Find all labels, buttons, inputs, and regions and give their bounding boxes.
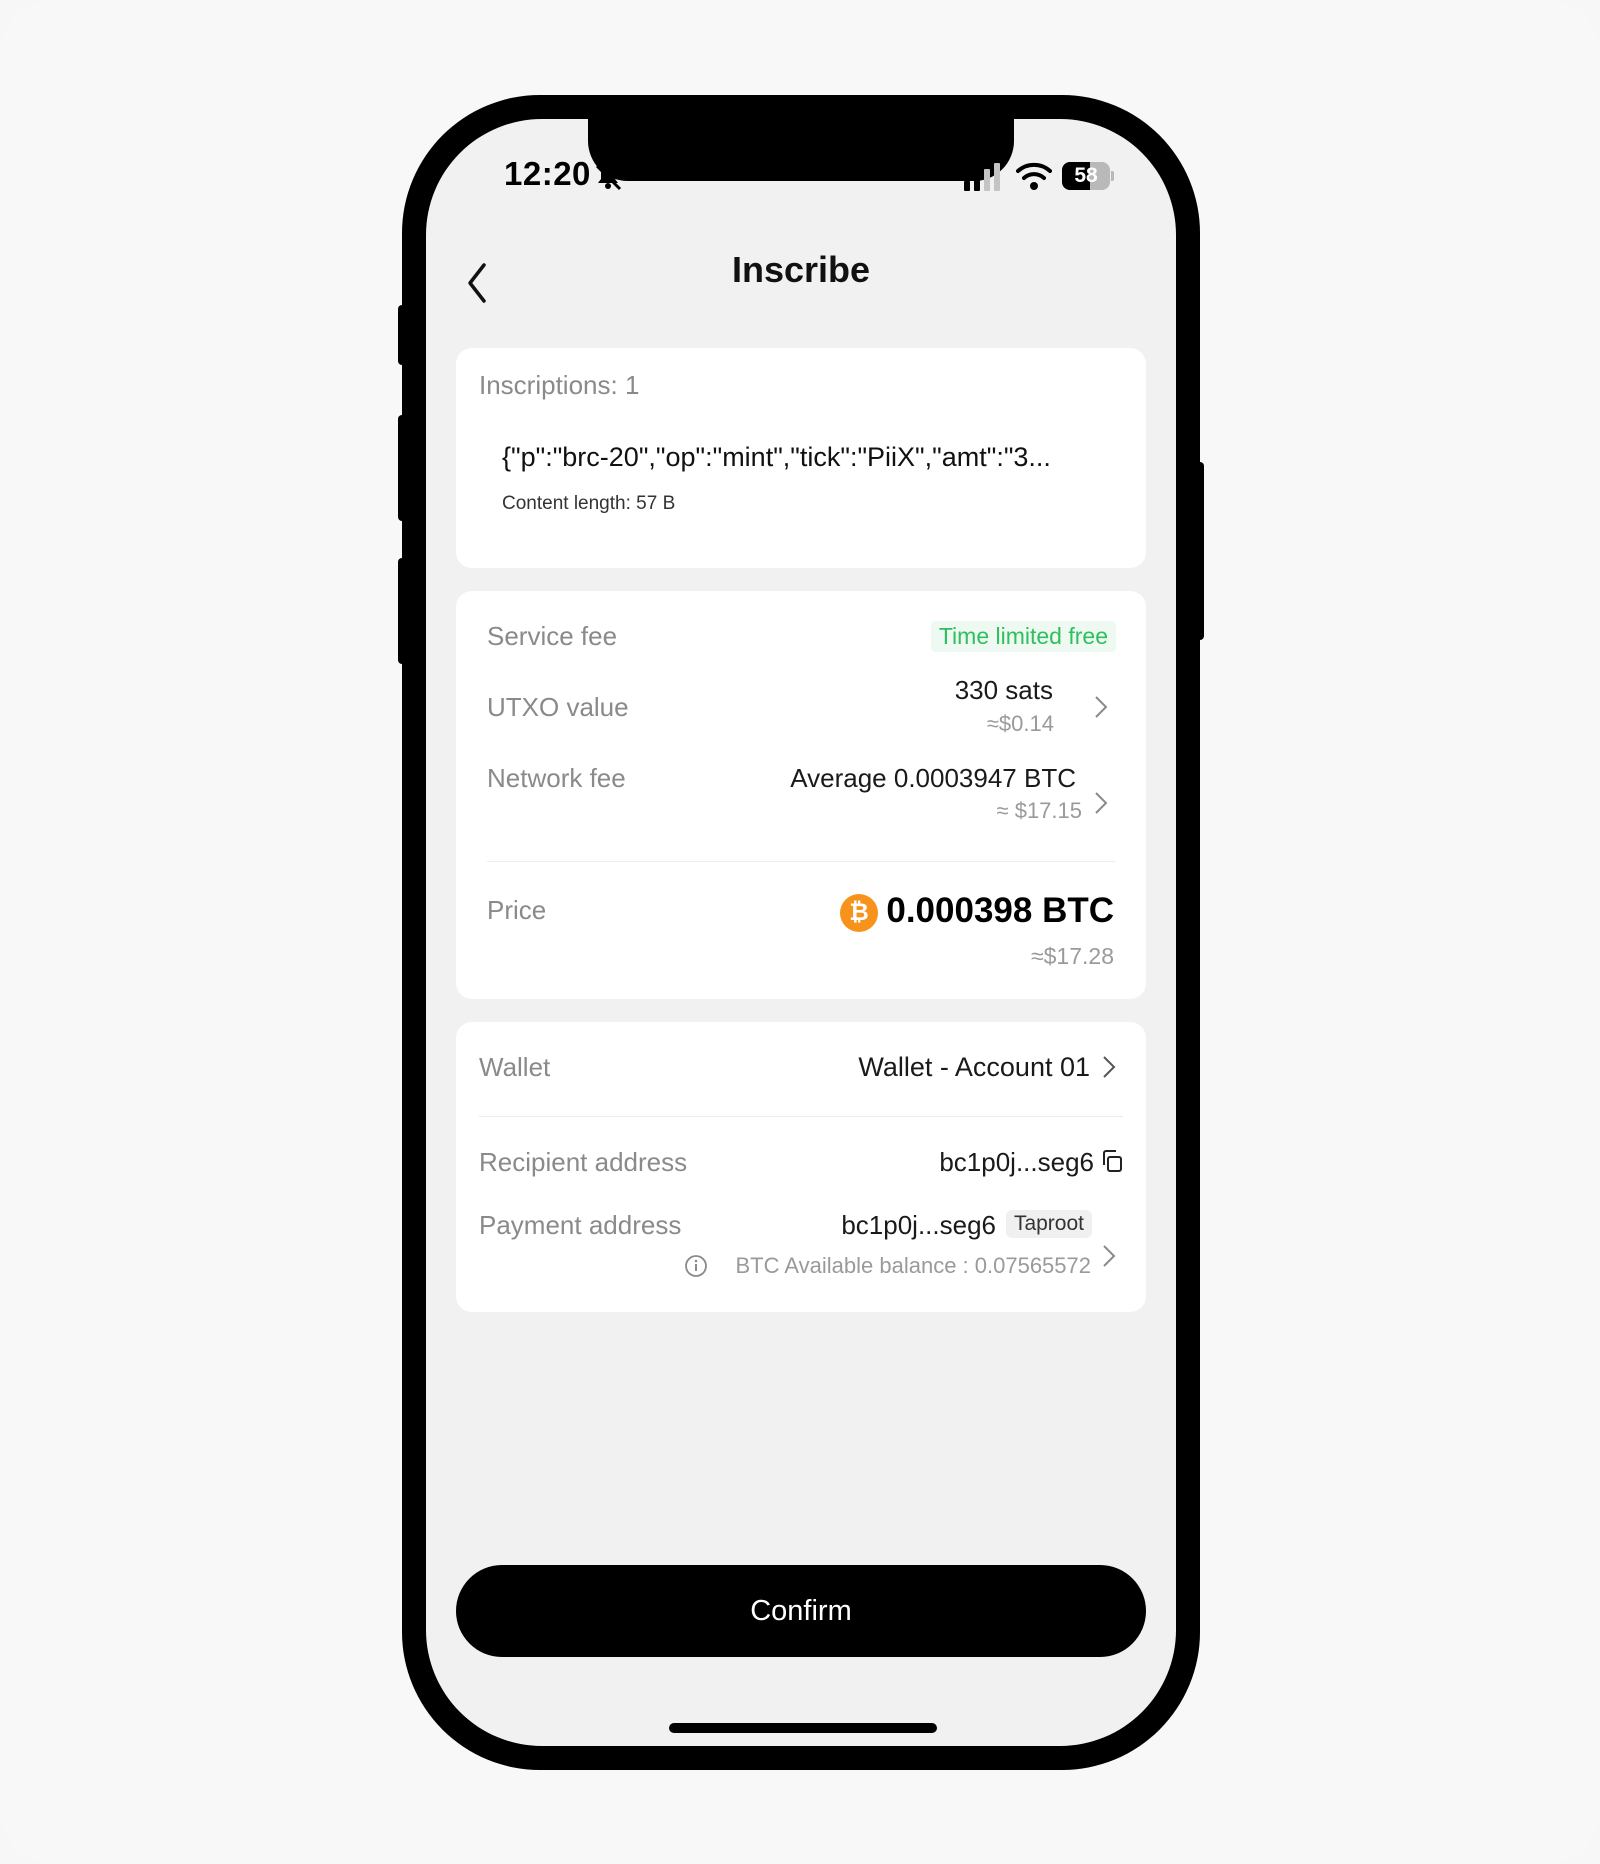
bitcoin-coin-icon: ₿ [840, 894, 878, 932]
content-length: Content length: 57 B [502, 493, 676, 514]
inscription-content: {"p":"brc-20","op":"mint","tick":"PiiX",… [502, 442, 1051, 472]
btc-available-balance: BTC Available balance : 0.07565572 [735, 1253, 1091, 1278]
confirm-button[interactable]: Confirm [456, 1565, 1146, 1657]
copy-icon[interactable] [1100, 1149, 1124, 1175]
volume-up-button [398, 415, 406, 521]
recipient-address-label: Recipient address [479, 1147, 688, 1177]
payment-address-row[interactable]: Payment address bc1p0j...seg6 Taproot BT… [456, 1190, 1146, 1300]
wallet-card: Wallet Wallet - Account 01 Recipient add… [456, 1022, 1146, 1312]
page-title: Inscribe [731, 249, 871, 290]
price-value: 0.000398 BTC [886, 891, 1114, 930]
network-fee-value: Average 0.0003947 BTC [790, 763, 1076, 793]
wallet-divider [479, 1116, 1123, 1117]
bell-muted-icon [595, 164, 622, 191]
network-fee-label: Network fee [487, 763, 626, 793]
utxo-value-label: UTXO value [487, 692, 629, 722]
payment-address-value: bc1p0j...seg6 [841, 1210, 996, 1240]
wallet-label: Wallet [479, 1052, 551, 1082]
taproot-tag: Taproot [1005, 1210, 1092, 1238]
wallet-chevron-right-icon [1103, 1056, 1116, 1078]
volume-down-button [398, 558, 406, 664]
utxo-value: 330 sats [954, 675, 1053, 705]
payment-address-chevron-right-icon [1103, 1245, 1116, 1267]
battery-icon: 58 [1062, 162, 1114, 190]
wifi-icon [1016, 162, 1052, 190]
wallet-value: Wallet - Account 01 [858, 1052, 1090, 1082]
info-icon [685, 1255, 707, 1277]
price-label: Price [487, 895, 547, 925]
network-fee-chevron-right-icon [1095, 792, 1108, 814]
status-time: 12:20 [504, 155, 591, 192]
network-fee-row[interactable]: Network fee Average 0.0003947 BTC ≈ $17.… [456, 741, 1146, 831]
utxo-chevron-right-icon [1095, 696, 1108, 718]
home-indicator [669, 1723, 937, 1733]
notch [588, 119, 1014, 181]
recipient-address-value: bc1p0j...seg6 [939, 1147, 1094, 1177]
payment-address-label: Payment address [479, 1210, 682, 1240]
inscription-card: Inscriptions: 1 {"p":"brc-20","op":"mint… [456, 348, 1146, 568]
fees-divider [487, 861, 1115, 862]
fees-card: Service fee Time limited free UTXO value… [456, 591, 1146, 999]
silent-switch [398, 305, 406, 365]
power-button [1196, 462, 1204, 640]
cell-signal-icon [964, 163, 1000, 191]
service-fee-badge: Time limited free [930, 621, 1116, 652]
battery-percent: 58 [1074, 164, 1098, 187]
utxo-value-usd: ≈$0.14 [986, 711, 1054, 736]
wallet-row[interactable]: Wallet Wallet - Account 01 [456, 1022, 1146, 1116]
price-usd: ≈$17.28 [1031, 943, 1114, 969]
app-screen: 12:20 58 Inscribe Inscriptions: 1 {"p":"… [426, 119, 1176, 1746]
network-fee-usd: ≈ $17.15 [996, 798, 1082, 823]
inscriptions-count: Inscriptions: 1 [479, 370, 640, 400]
service-fee-label: Service fee [487, 621, 618, 651]
utxo-value-row[interactable]: UTXO value 330 sats ≈$0.14 [456, 671, 1146, 741]
